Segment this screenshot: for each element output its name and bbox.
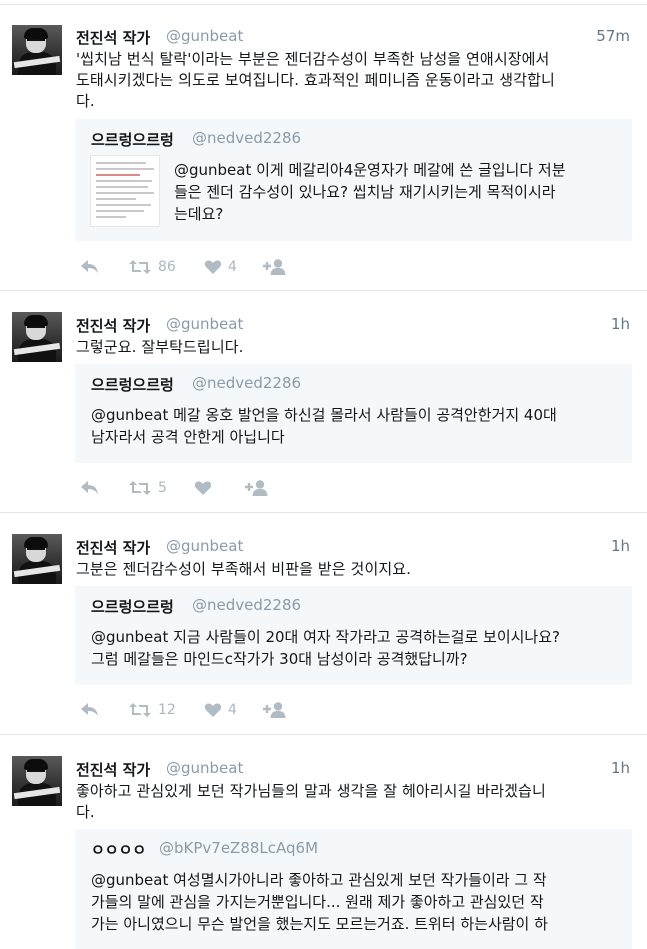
author-handle[interactable]: @gunbeat	[166, 315, 243, 333]
quoted-text-line: 는데요?	[174, 205, 224, 223]
tweet[interactable]: 전진석 작가 @gunbeat 1h 좋아하고 관심있게 보던 작가님들의 말과…	[0, 734, 647, 949]
like-count: 4	[228, 259, 237, 275]
tweet[interactable]: 전진석 작가 @gunbeat 1h 그렇군요. 잘부탁드립니다. 으르렁으르렁…	[0, 290, 647, 513]
quoted-author-name: 으르렁으르렁	[91, 131, 174, 149]
like-button[interactable]: 4	[204, 256, 237, 278]
quoted-author-handle: @nedved2286	[192, 374, 302, 392]
tweet-text: 좋아하고 관심있게 보던 작가님들의 말과 생각을 잘 헤아리시길 바라겠습니 …	[76, 781, 636, 823]
retweet-count: 86	[158, 259, 176, 275]
tweet-text-line: 다.	[76, 92, 95, 110]
quoted-author-name: 으르렁으르렁	[91, 598, 174, 616]
tweet[interactable]: 전진석 작가 @gunbeat 57m '씹치남 번식 탈락'이라는 부분은 젠…	[0, 4, 647, 291]
tweet[interactable]: 전진석 작가 @gunbeat 1h 그분은 젠더감수성이 부족해서 비판을 받…	[0, 512, 647, 735]
quoted-text: @gunbeat 지금 사람들이 20대 여자 작가라고 공격하는걸로 보이시나…	[91, 626, 619, 670]
reply-icon	[81, 481, 98, 494]
retweet-button[interactable]: 5	[128, 477, 167, 499]
tweet-timestamp[interactable]: 57m	[596, 27, 630, 45]
retweet-button[interactable]: 86	[128, 256, 176, 278]
follow-button[interactable]	[244, 477, 270, 499]
reply-icon	[81, 703, 98, 716]
quoted-image-thumbnail[interactable]	[90, 155, 160, 227]
author-name[interactable]: 전진석 작가	[76, 759, 150, 780]
author-handle[interactable]: @gunbeat	[166, 537, 243, 555]
author-handle[interactable]: @gunbeat	[166, 27, 243, 45]
quoted-text: @gunbeat 이게 메갈리아4운영자가 메갈에 쓴 글입니다 저분 들은 젠…	[174, 159, 624, 225]
reply-button[interactable]	[80, 699, 100, 721]
avatar[interactable]	[12, 25, 62, 75]
tweet-text: 그렇군요. 잘부탁드립니다.	[76, 337, 636, 358]
tweet-text-line: 도태시키겠다는 의도로 보여집니다. 효과적인 페미니즘 운동이라고 생각합니	[76, 71, 555, 89]
quoted-text-line: 남자라서 공격 안한게 아닙니다	[91, 428, 285, 446]
retweet-icon	[129, 481, 151, 495]
quoted-text-line: @gunbeat 지금 사람들이 20대 여자 작가라고 공격하는걸로 보이시나…	[91, 628, 560, 646]
quoted-tweet[interactable]: 으르렁으르렁 @nedved2286 @gunbeat 지금 사람들이 20대 …	[75, 586, 632, 685]
retweet-count: 5	[158, 480, 167, 496]
heart-icon	[194, 481, 212, 495]
quoted-text-line: 그럼 메갈들은 마인드c작가가 30대 남성이라 공격했답니까?	[91, 650, 468, 668]
reply-button[interactable]	[80, 477, 100, 499]
retweet-button[interactable]: 12	[128, 699, 176, 721]
quoted-text-line: @gunbeat 메갈 옹호 발언을 하신걸 몰라서 사람들이 공격안한거지 4…	[91, 406, 557, 424]
retweet-icon	[129, 703, 151, 717]
follow-icon	[245, 480, 268, 496]
author-name[interactable]: 전진석 작가	[76, 537, 150, 558]
author-name[interactable]: 전진석 작가	[76, 27, 150, 48]
heart-icon	[204, 260, 222, 274]
retweet-count: 12	[158, 702, 176, 718]
tweet-text: 그분은 젠더감수성이 부족해서 비판을 받은 것이지요.	[76, 559, 636, 580]
quoted-author-name: ㅇㅇㅇㅇ	[91, 841, 147, 859]
avatar[interactable]	[12, 534, 62, 584]
follow-button[interactable]	[262, 256, 288, 278]
reply-icon	[81, 260, 98, 273]
tweet-text-line: 그렇군요. 잘부탁드립니다.	[76, 338, 244, 356]
avatar[interactable]	[12, 756, 62, 806]
tweet-timestamp[interactable]: 1h	[611, 537, 630, 555]
quoted-text: @gunbeat 메갈 옹호 발언을 하신걸 몰라서 사람들이 공격안한거지 4…	[91, 404, 619, 448]
quoted-author-handle: @bKPv7eZ88LcAq6M	[159, 839, 319, 857]
reply-button[interactable]	[80, 256, 100, 278]
quoted-tweet[interactable]: 으르렁으르렁 @nedved2286 @gunbeat 메갈 옹호 발언을 하신…	[75, 364, 632, 463]
like-count: 4	[228, 702, 237, 718]
quoted-text-line: @gunbeat 여성멸시가아니라 좋아하고 관심있게 보던 작가들이라 그 작	[91, 871, 547, 889]
like-button[interactable]	[194, 477, 212, 499]
tweet-text-line: 그분은 젠더감수성이 부족해서 비판을 받은 것이지요.	[76, 560, 412, 578]
tweet-text-line: 다.	[76, 803, 95, 821]
quoted-text-line: 들은 젠더 감수성이 있나요? 씹치남 재기시키는게 목적이시라	[174, 183, 556, 201]
quoted-tweet[interactable]: 으르렁으르렁 @nedved2286 @gunbeat 이게 메갈리아4운영자가…	[75, 119, 632, 241]
tweet-text-line: '씹치남 번식 탈락'이라는 부분은 젠더감수성이 부족한 남성을 연애시장에서	[76, 50, 550, 68]
tweet-timestamp[interactable]: 1h	[611, 315, 630, 333]
author-handle[interactable]: @gunbeat	[166, 759, 243, 777]
author-name[interactable]: 전진석 작가	[76, 315, 150, 336]
quoted-text-line: 가들의 말에 관심을 가지는거뿐입니다... 원래 제가 좋아하고 관심있던 작	[91, 893, 544, 911]
follow-icon	[263, 702, 286, 718]
retweet-icon	[129, 260, 151, 274]
tweet-timestamp[interactable]: 1h	[611, 759, 630, 777]
quoted-tweet[interactable]: ㅇㅇㅇㅇ @bKPv7eZ88LcAq6M @gunbeat 여성멸시가아니라 …	[75, 829, 632, 949]
heart-icon	[204, 703, 222, 717]
avatar[interactable]	[12, 312, 62, 362]
quoted-author-handle: @nedved2286	[192, 129, 302, 147]
quoted-text-line: 가는 아니였으니 무슨 발언을 했는지도 모르는거죠. 트위터 하는사람이 하	[91, 915, 548, 933]
like-button[interactable]: 4	[204, 699, 237, 721]
quoted-text-line: @gunbeat 이게 메갈리아4운영자가 메갈에 쓴 글입니다 저분	[174, 161, 566, 179]
follow-icon	[263, 259, 286, 275]
quoted-author-name: 으르렁으르렁	[91, 376, 174, 394]
tweet-text: '씹치남 번식 탈락'이라는 부분은 젠더감수성이 부족한 남성을 연애시장에서…	[76, 49, 636, 112]
quoted-author-handle: @nedved2286	[192, 596, 302, 614]
quoted-text: @gunbeat 여성멸시가아니라 좋아하고 관심있게 보던 작가들이라 그 작…	[91, 869, 619, 935]
follow-button[interactable]	[262, 699, 288, 721]
tweet-text-line: 좋아하고 관심있게 보던 작가님들의 말과 생각을 잘 헤아리시길 바라겠습니	[76, 782, 546, 800]
